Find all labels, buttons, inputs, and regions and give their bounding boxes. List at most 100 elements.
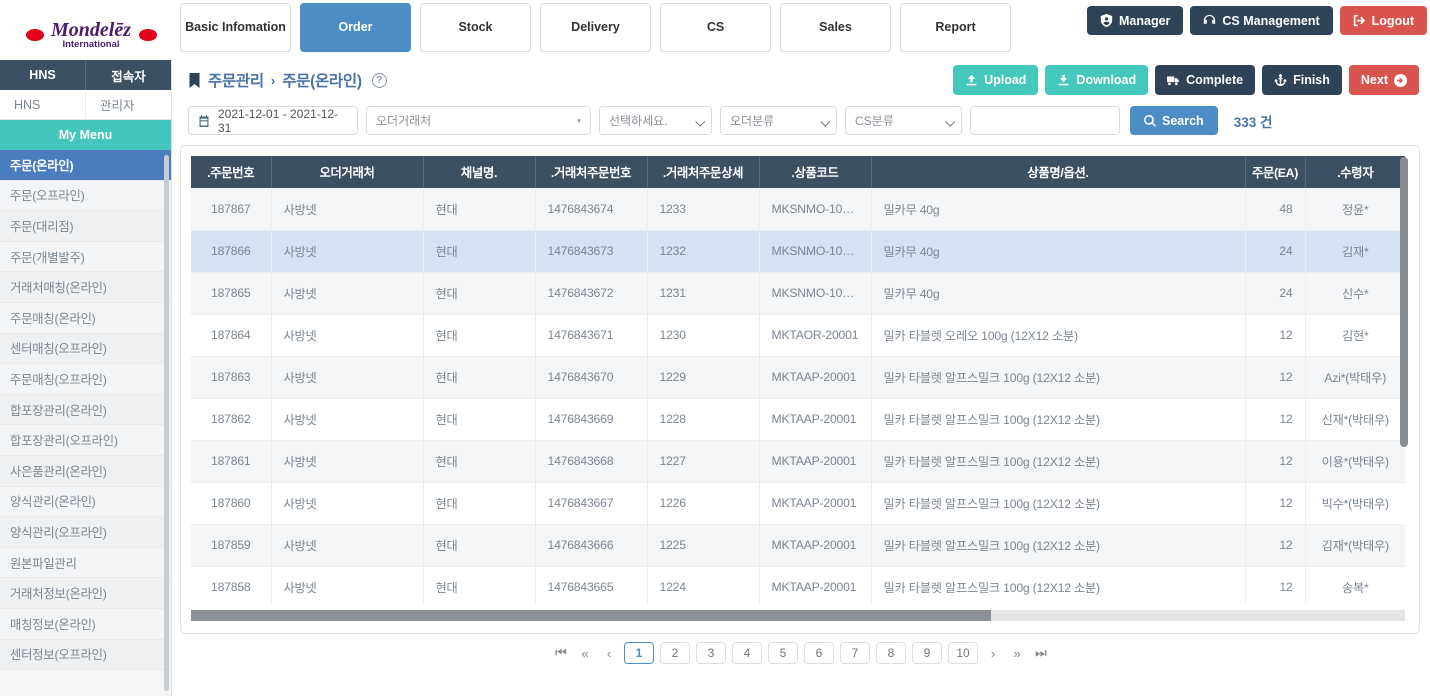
- col-vendor-order-detail[interactable]: .거래처주문상세: [647, 156, 759, 188]
- keyword-input[interactable]: [970, 106, 1120, 135]
- cell-vendor-order-no: 1476843667: [535, 482, 647, 524]
- table-row[interactable]: 187860 사방넷 현대 1476843667 1226 MKTAAP-200…: [191, 482, 1405, 524]
- nav-delivery[interactable]: Delivery: [540, 3, 651, 52]
- cell-channel: 현대: [423, 398, 535, 440]
- my-menu-button[interactable]: My Menu: [0, 120, 171, 150]
- sidebar-item-center-info-offline[interactable]: 센터정보(오프라인): [0, 640, 171, 671]
- order-vendor-select[interactable]: 오더거래처 ▾: [366, 106, 591, 135]
- next-set-icon[interactable]: »: [1008, 642, 1026, 664]
- page-button-10[interactable]: 10: [948, 642, 978, 664]
- sidebar-item-vendor-info-online[interactable]: 거래처정보(온라인): [0, 578, 171, 609]
- col-channel[interactable]: 채널명.: [423, 156, 535, 188]
- sidebar-item-gift-online[interactable]: 사은품관리(온라인): [0, 456, 171, 487]
- sidebar-item-form-online[interactable]: 양식관리(온라인): [0, 487, 171, 518]
- sidebar-item-label: 주문(대리점): [10, 217, 73, 235]
- next-page-icon[interactable]: ›: [984, 642, 1002, 664]
- sidebar-item-label: 주문(오프라인): [10, 186, 84, 204]
- cell-order-no: 187861: [191, 440, 271, 482]
- manager-button[interactable]: Manager: [1087, 6, 1183, 35]
- col-order-no[interactable]: .주문번호: [191, 156, 271, 188]
- cell-product-name: 밀카무 40g: [871, 188, 1245, 230]
- order-type-select[interactable]: 오더분류: [720, 106, 837, 135]
- help-icon[interactable]: ?: [372, 73, 387, 88]
- first-page-icon[interactable]: ⏮: [552, 642, 570, 664]
- sidebar-item-original-file[interactable]: 원본파일관리: [0, 548, 171, 579]
- sidebar-scrollbar[interactable]: [164, 155, 169, 691]
- page-button-4[interactable]: 4: [732, 642, 762, 664]
- sidebar-item-packing-online[interactable]: 합포장관리(온라인): [0, 395, 171, 426]
- sidebar-item-center-match-offline[interactable]: 센터매칭(오프라인): [0, 334, 171, 365]
- sidebar-item-match-info-online[interactable]: 매칭정보(온라인): [0, 609, 171, 640]
- sidebar-item-order-match-online[interactable]: 주문매칭(온라인): [0, 303, 171, 334]
- cell-order-no: 187867: [191, 188, 271, 230]
- cell-order-no: 187860: [191, 482, 271, 524]
- page-button-6[interactable]: 6: [804, 642, 834, 664]
- sidebar-item-vendor-match-online[interactable]: 거래처매칭(온라인): [0, 272, 171, 303]
- scrollbar-thumb[interactable]: [191, 610, 991, 621]
- nav-order[interactable]: Order: [300, 3, 411, 52]
- page-button-9[interactable]: 9: [912, 642, 942, 664]
- table-row[interactable]: 187865 사방넷 현대 1476843672 1231 MKSNMO-100…: [191, 272, 1405, 314]
- col-product-code[interactable]: .상품코드: [759, 156, 871, 188]
- page-button-1[interactable]: 1: [624, 642, 654, 664]
- upload-button[interactable]: Upload: [953, 65, 1038, 95]
- cs-type-select[interactable]: CS분류: [845, 106, 962, 135]
- cell-product-code: MKSNMO-10001: [759, 188, 871, 230]
- shield-user-icon: [1100, 14, 1113, 27]
- table-row[interactable]: 187862 사방넷 현대 1476843669 1228 MKTAAP-200…: [191, 398, 1405, 440]
- sidebar-item-order-online[interactable]: 주문(온라인): [0, 150, 171, 181]
- nav-report[interactable]: Report: [900, 3, 1011, 52]
- sidebar-item-order-individual[interactable]: 주문(개별발주): [0, 242, 171, 273]
- svg-text:Mondelēz: Mondelēz: [50, 19, 131, 41]
- table-horizontal-scrollbar[interactable]: [191, 610, 1405, 621]
- last-page-icon[interactable]: ⏭: [1032, 642, 1050, 664]
- sidebar-item-order-match-offline[interactable]: 주문매칭(오프라인): [0, 364, 171, 395]
- table-row[interactable]: 187859 사방넷 현대 1476843666 1225 MKTAAP-200…: [191, 524, 1405, 566]
- col-product-name[interactable]: 상품명/옵션.: [871, 156, 1245, 188]
- nav-stock[interactable]: Stock: [420, 3, 531, 52]
- cell-qty: 12: [1245, 314, 1305, 356]
- breadcrumb-parent[interactable]: 주문관리: [208, 69, 264, 91]
- col-vendor-order-no[interactable]: .거래처주문번호: [535, 156, 647, 188]
- table-row[interactable]: 187864 사방넷 현대 1476843671 1230 MKTAOR-200…: [191, 314, 1405, 356]
- table-row[interactable]: 187866 사방넷 현대 1476843673 1232 MKSNMO-100…: [191, 230, 1405, 272]
- page-button-2[interactable]: 2: [660, 642, 690, 664]
- page-button-5[interactable]: 5: [768, 642, 798, 664]
- table-row[interactable]: 187858 사방넷 현대 1476843665 1224 MKTAAP-200…: [191, 566, 1405, 603]
- table-row[interactable]: 187867 사방넷 현대 1476843674 1233 MKSNMO-100…: [191, 188, 1405, 230]
- sidebar-item-form-offline[interactable]: 양식관리(오프라인): [0, 517, 171, 548]
- nav-sales[interactable]: Sales: [780, 3, 891, 52]
- date-range-picker[interactable]: 2021-12-01 - 2021-12-31: [188, 106, 358, 135]
- cell-order-no: 187858: [191, 566, 271, 603]
- sidebar-item-order-offline[interactable]: 주문(오프라인): [0, 181, 171, 212]
- cs-management-button[interactable]: CS Management: [1190, 6, 1332, 35]
- finish-button[interactable]: Finish: [1262, 65, 1342, 95]
- status-select[interactable]: 선택하세요.: [599, 106, 712, 135]
- prev-page-icon[interactable]: ‹: [600, 642, 618, 664]
- cell-qty: 48: [1245, 188, 1305, 230]
- status-value: 선택하세요.: [609, 112, 668, 129]
- col-qty[interactable]: 주문(EA): [1245, 156, 1305, 188]
- table-vertical-scrollbar[interactable]: [1400, 157, 1408, 447]
- calendar-icon: [198, 115, 210, 127]
- cell-product-code: MKTAAP-20001: [759, 566, 871, 603]
- next-button[interactable]: Next: [1349, 65, 1419, 95]
- page-button-3[interactable]: 3: [696, 642, 726, 664]
- logout-button[interactable]: Logout: [1340, 6, 1427, 35]
- sidebar-item-order-agency[interactable]: 주문(대리점): [0, 211, 171, 242]
- sidebar-item-label: 원본파일관리: [10, 554, 77, 572]
- complete-button[interactable]: Complete: [1155, 65, 1255, 95]
- col-vendor[interactable]: 오더거래처: [271, 156, 423, 188]
- nav-cs[interactable]: CS: [660, 3, 771, 52]
- search-button[interactable]: Search: [1130, 106, 1218, 135]
- col-receiver[interactable]: .수령자: [1305, 156, 1405, 188]
- nav-basic-infomation[interactable]: Basic Infomation: [180, 3, 291, 52]
- page-button-8[interactable]: 8: [876, 642, 906, 664]
- table-row[interactable]: 187863 사방넷 현대 1476843670 1229 MKTAAP-200…: [191, 356, 1405, 398]
- table-row[interactable]: 187861 사방넷 현대 1476843668 1227 MKTAAP-200…: [191, 440, 1405, 482]
- sidebar-item-packing-offline[interactable]: 합포장관리(오프라인): [0, 425, 171, 456]
- download-button[interactable]: Download: [1045, 65, 1148, 95]
- cell-channel: 현대: [423, 188, 535, 230]
- page-button-7[interactable]: 7: [840, 642, 870, 664]
- prev-set-icon[interactable]: «: [576, 642, 594, 664]
